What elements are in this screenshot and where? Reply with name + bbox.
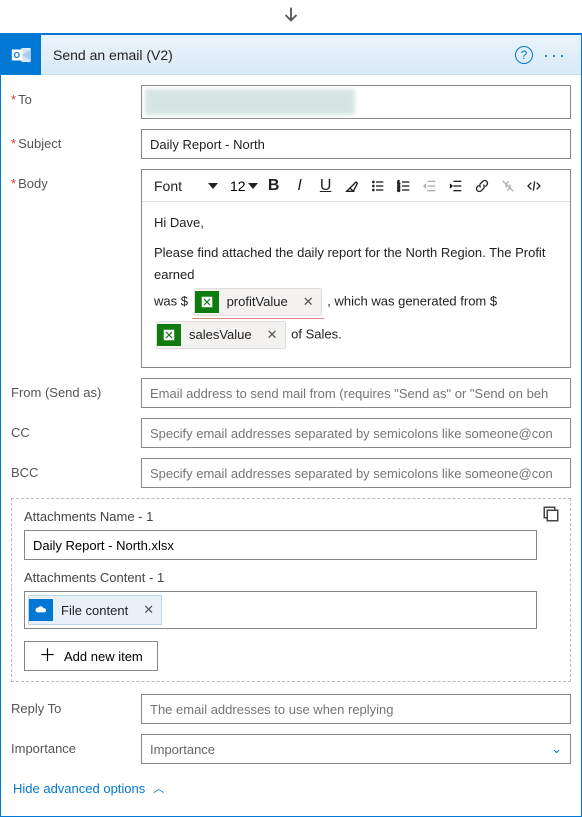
link-icon[interactable] — [472, 176, 492, 196]
reply-input[interactable] — [141, 694, 571, 724]
rich-editor: Font 12 B I U 123 — [141, 169, 571, 368]
svg-text:3: 3 — [397, 187, 400, 192]
editor-toolbar: Font 12 B I U 123 — [142, 170, 570, 202]
importance-select[interactable]: Importance ⌄ — [141, 734, 571, 764]
close-icon[interactable]: ✕ — [260, 324, 285, 346]
body-text: Hi Dave, — [154, 212, 558, 234]
editor-content[interactable]: Hi Dave, Please find attached the daily … — [142, 202, 570, 367]
italic-button[interactable]: I — [290, 176, 310, 196]
array-mode-icon[interactable] — [542, 505, 560, 523]
cc-input[interactable] — [141, 418, 571, 448]
more-menu-icon[interactable]: ··· — [539, 50, 571, 60]
att-content-label: Attachments Content - 1 — [24, 570, 558, 585]
body-text: of Sales. — [291, 327, 342, 342]
to-input[interactable] — [141, 85, 571, 119]
unlink-icon[interactable] — [498, 176, 518, 196]
size-select[interactable]: 12 — [230, 178, 258, 194]
action-card: O Send an email (V2) ? ··· *To *Subject … — [0, 33, 582, 817]
hide-advanced-link[interactable]: Hide advanced options ︿ — [11, 774, 571, 800]
help-icon[interactable]: ? — [515, 46, 533, 64]
body-text: , which was generated from $ — [327, 294, 497, 309]
indent-icon[interactable] — [446, 176, 466, 196]
subject-label: *Subject — [11, 129, 141, 151]
font-select[interactable]: Font — [148, 178, 224, 194]
body-text: was $ — [154, 294, 192, 309]
highlight-icon[interactable] — [342, 176, 362, 196]
dynamic-token-profit[interactable]: profitValue ✕ — [194, 288, 322, 316]
bcc-input[interactable] — [141, 458, 571, 488]
dynamic-token-file-content[interactable]: File content ✕ — [28, 595, 162, 625]
to-label: *To — [11, 85, 141, 107]
excel-icon — [195, 291, 219, 313]
chevron-up-icon: ︿ — [153, 780, 164, 796]
bold-button[interactable]: B — [264, 176, 284, 196]
reply-label: Reply To — [11, 694, 141, 716]
underline-button[interactable]: U — [316, 176, 336, 196]
svg-text:O: O — [14, 50, 21, 59]
att-name-input[interactable] — [24, 530, 537, 560]
outdent-icon[interactable] — [420, 176, 440, 196]
body-text: Please find attached the daily report fo… — [154, 245, 545, 282]
excel-icon — [157, 324, 181, 346]
add-new-item-button[interactable]: ＋ Add new item — [24, 641, 158, 671]
flow-arrow-down — [0, 0, 582, 33]
close-icon[interactable]: ✕ — [296, 291, 321, 313]
bcc-label: BCC — [11, 458, 141, 480]
from-label: From (Send as) — [11, 378, 141, 400]
onedrive-icon — [29, 599, 53, 621]
chevron-down-icon: ⌄ — [551, 741, 562, 757]
subject-input[interactable] — [141, 129, 571, 159]
cc-label: CC — [11, 418, 141, 440]
card-title: Send an email (V2) — [41, 47, 515, 63]
outlook-icon: O — [1, 35, 41, 75]
body-label: *Body — [11, 169, 141, 191]
close-icon[interactable]: ✕ — [136, 602, 161, 618]
card-header: O Send an email (V2) ? ··· — [1, 35, 581, 75]
numbers-icon[interactable]: 123 — [394, 176, 414, 196]
attachments-box: Attachments Name - 1 Attachments Content… — [11, 498, 571, 682]
from-input[interactable] — [141, 378, 571, 408]
att-name-label: Attachments Name - 1 — [24, 509, 558, 524]
dynamic-token-sales[interactable]: salesValue ✕ — [156, 321, 286, 349]
to-token-redacted — [145, 89, 355, 115]
bullets-icon[interactable] — [368, 176, 388, 196]
code-view-icon[interactable] — [524, 176, 544, 196]
